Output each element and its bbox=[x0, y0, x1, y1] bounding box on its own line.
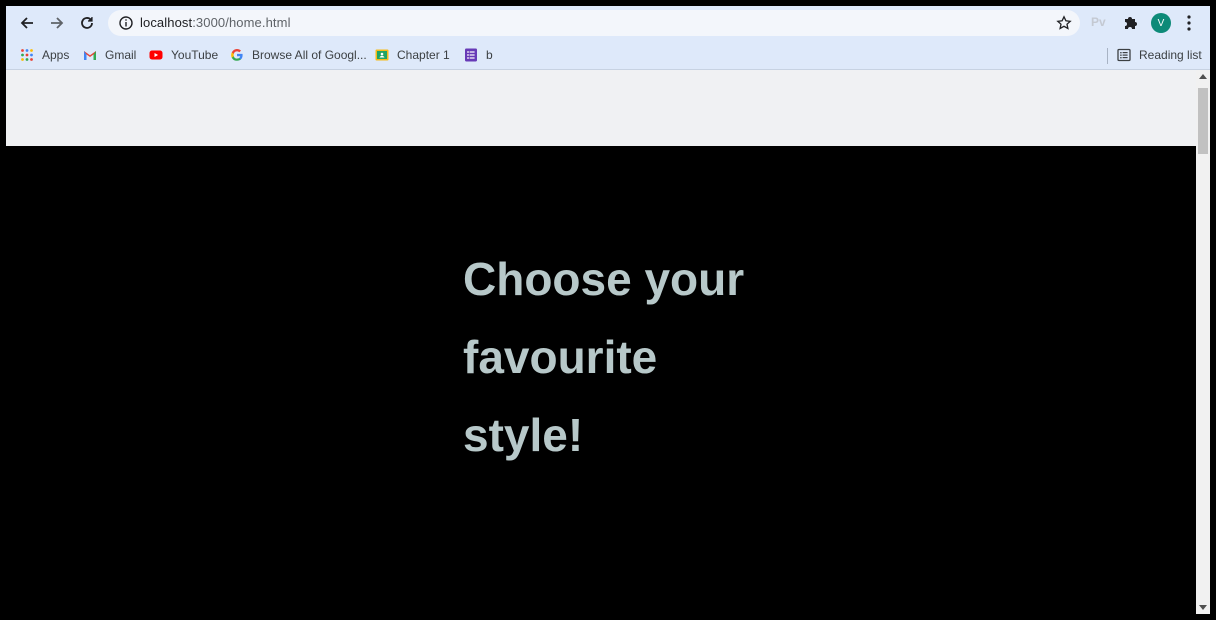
heading-line: Choose your bbox=[463, 253, 745, 305]
bookmarks-bar: Apps Gmail YouTube Browse All of Googl..… bbox=[6, 40, 1210, 70]
google-icon bbox=[231, 49, 243, 61]
vertical-scrollbar[interactable] bbox=[1196, 70, 1210, 614]
bookmark-chapter-1[interactable]: Chapter 1 bbox=[375, 47, 450, 63]
heading-line: favourite bbox=[463, 331, 658, 383]
reload-icon bbox=[81, 17, 93, 29]
classroom-icon bbox=[375, 49, 389, 61]
scroll-up-arrow-icon[interactable] bbox=[1199, 74, 1207, 79]
page-content: Choose your favourite style! bbox=[6, 70, 1196, 614]
browser-window: localhost:3000/home.html Pv V Apps Gmail… bbox=[6, 6, 1210, 614]
scroll-down-arrow-icon[interactable] bbox=[1199, 605, 1207, 610]
scrollbar-thumb[interactable] bbox=[1198, 88, 1208, 154]
gmail-icon bbox=[84, 51, 96, 60]
bookmark-gmail[interactable]: Gmail bbox=[83, 47, 136, 63]
bookmark-label: YouTube bbox=[171, 48, 219, 62]
window-frame: localhost:3000/home.html Pv V Apps Gmail… bbox=[0, 0, 1216, 620]
bookmark-star-icon[interactable] bbox=[1056, 15, 1072, 31]
more-menu-icon[interactable] bbox=[1181, 14, 1197, 32]
extension-pv[interactable]: Pv bbox=[1091, 15, 1106, 29]
bookmarks-divider bbox=[1107, 48, 1108, 64]
bookmark-apps[interactable]: Apps bbox=[20, 47, 69, 63]
heading-line: style! bbox=[463, 409, 584, 461]
bookmark-label: Apps bbox=[42, 48, 70, 62]
back-button[interactable] bbox=[15, 12, 39, 34]
browser-toolbar: localhost:3000/home.html Pv V bbox=[6, 6, 1210, 40]
profile-avatar[interactable]: V bbox=[1151, 13, 1171, 33]
bookmark-label: b bbox=[486, 48, 493, 62]
bookmark-b[interactable]: b bbox=[464, 47, 493, 63]
youtube-icon bbox=[149, 50, 163, 60]
site-info-icon[interactable] bbox=[118, 15, 134, 31]
reading-list-button[interactable]: Reading list bbox=[1117, 47, 1202, 63]
reading-list-label: Reading list bbox=[1139, 48, 1202, 62]
bookmark-label: Gmail bbox=[105, 48, 137, 62]
address-bar[interactable]: localhost:3000/home.html bbox=[108, 10, 1080, 36]
extensions-puzzle-icon[interactable] bbox=[1122, 14, 1140, 32]
reading-list-icon bbox=[1117, 48, 1131, 62]
bookmark-youtube[interactable]: YouTube bbox=[149, 47, 218, 63]
url-path: :3000/home.html bbox=[192, 15, 291, 30]
arrow-left-icon bbox=[20, 17, 33, 29]
arrow-right-icon bbox=[51, 17, 64, 29]
reload-button[interactable] bbox=[75, 12, 99, 34]
url-host: localhost bbox=[140, 15, 193, 30]
bookmark-google[interactable]: Browse All of Googl... bbox=[230, 47, 367, 63]
bookmark-label: Chapter 1 bbox=[397, 48, 450, 62]
page-heading: Choose your favourite style! bbox=[463, 240, 793, 474]
forward-button[interactable] bbox=[45, 12, 69, 34]
apps-grid-icon bbox=[21, 49, 33, 61]
url-text[interactable]: localhost:3000/home.html bbox=[140, 15, 291, 30]
bookmark-label: Browse All of Googl... bbox=[252, 48, 367, 62]
forms-icon bbox=[465, 48, 477, 62]
page-banner bbox=[6, 70, 1196, 146]
